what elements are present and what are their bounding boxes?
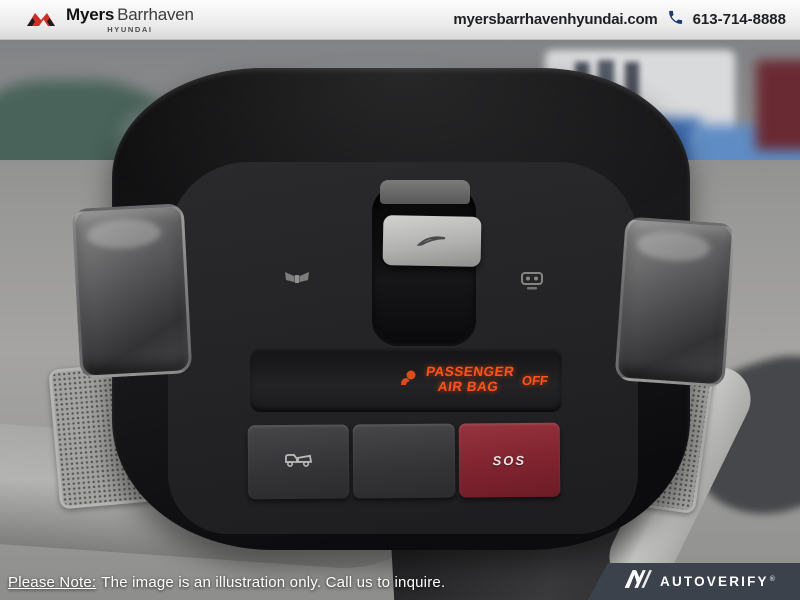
dealer-logo-text: MyersBarrhaven HYUNDAI <box>66 6 194 34</box>
reading-light-right-icon <box>518 270 546 297</box>
listing-image: MyersBarrhaven HYUNDAI myersbarrhavenhyu… <box>0 0 800 600</box>
dealer-logo[interactable]: MyersBarrhaven HYUNDAI <box>26 6 194 34</box>
phone-icon <box>667 9 684 30</box>
airbag-warning-icon <box>398 369 418 392</box>
sunroof-slider-icon <box>383 215 482 267</box>
phone-number[interactable]: 613-714-8888 <box>693 11 786 28</box>
roadside-assist-button <box>248 424 350 499</box>
autoverify-label: AUTOVERIFY® <box>660 574 777 589</box>
disclaimer-prefix: Please Note: <box>8 574 96 591</box>
dealer-contact: myersbarrhavenhyundai.com 613-714-8888 <box>453 9 786 30</box>
dealer-header: MyersBarrhaven HYUNDAI myersbarrhavenhyu… <box>0 0 800 40</box>
disclaimer-text: The image is an illustration only. Call … <box>101 574 445 591</box>
autoverify-badge[interactable]: AUTOVERIFY® <box>588 563 800 600</box>
roadside-assist-icon <box>284 450 314 473</box>
blank-console-button <box>353 424 455 499</box>
airbag-indicator-panel: PASSENGER AIR BAG OFF <box>250 348 562 412</box>
map-light-lens-left <box>72 203 193 379</box>
sunroof-slot-ledge <box>380 180 470 204</box>
vehicle-photo[interactable]: PASSENGER AIR BAG OFF SOS <box>0 40 800 600</box>
myers-chevron-logo-icon <box>26 6 60 33</box>
map-light-lens-right <box>614 216 735 387</box>
website-link[interactable]: myersbarrhavenhyundai.com <box>453 11 657 28</box>
airbag-indicator-text: PASSENGER AIR BAG <box>423 365 515 394</box>
console-button-row: SOS <box>248 423 561 500</box>
airbag-off-indicator: OFF <box>521 373 549 388</box>
reading-light-left-icon <box>282 268 312 293</box>
disclaimer-note: Please Note: The image is an illustration… <box>8 574 445 591</box>
logo-suffix: Barrhaven <box>117 5 194 24</box>
logo-brand: HYUNDAI <box>66 26 194 34</box>
sos-button: SOS <box>458 423 560 498</box>
logo-name: Myers <box>66 5 114 24</box>
badge-divider <box>787 572 791 592</box>
autoverify-logo-icon <box>622 568 652 595</box>
